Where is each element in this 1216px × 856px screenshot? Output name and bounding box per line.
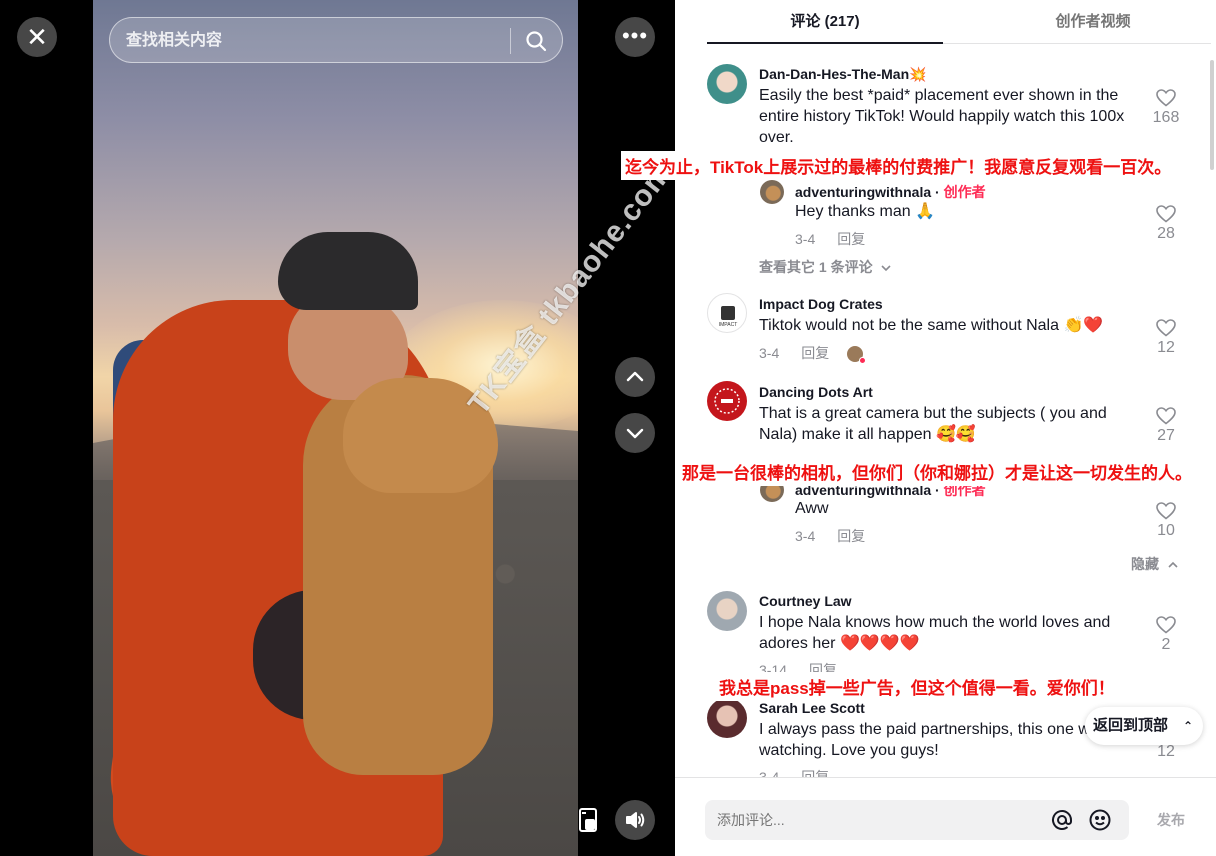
back-to-top-button[interactable]: 返回到顶部 ⌃ (1085, 707, 1203, 745)
reply-button[interactable]: 回复 (837, 231, 865, 247)
backwards-cap (278, 232, 418, 310)
heart-icon (1156, 319, 1176, 337)
chevron-up-icon (626, 371, 644, 382)
creator-badge: 创作者 (943, 184, 986, 200)
like-button[interactable]: 10 (1151, 502, 1181, 540)
reply-text: Hey thanks man 🙏 (795, 203, 935, 220)
reply-button[interactable]: 回复 (801, 345, 829, 361)
post-button[interactable]: 发布 (1157, 810, 1185, 830)
reply-username[interactable]: adventuringwithnala · 创作者 (795, 182, 986, 202)
video-player[interactable] (93, 0, 578, 856)
comment-date: 3-4 (759, 345, 780, 361)
tab-creator-videos[interactable]: 创作者视频 (975, 0, 1211, 44)
comment-composer: 发布 (675, 777, 1216, 856)
search-icon[interactable] (524, 29, 548, 53)
like-button[interactable]: 168 (1151, 89, 1181, 127)
view-more-label: 查看其它 1 条评论 (759, 259, 873, 275)
creator-liked-dot (859, 357, 867, 365)
avatar[interactable] (707, 381, 747, 421)
mention-icon[interactable] (1050, 808, 1074, 832)
comment-text: Easily the best *paid* placement ever sh… (759, 87, 1125, 146)
picture-in-picture-icon[interactable] (570, 800, 606, 838)
chevron-down-icon (626, 428, 644, 439)
reply-meta: 3-4 回复 (795, 526, 865, 546)
like-button[interactable]: 28 (1151, 205, 1181, 243)
reply-text: Aww (795, 500, 829, 517)
reply-date: 3-4 (795, 231, 816, 247)
comment-text: I always pass the paid partnerships, thi… (759, 721, 1118, 759)
search-bar (109, 17, 563, 63)
search-input[interactable] (126, 30, 506, 52)
translation-overlay: 迄今为止，TikTok上展示过的最棒的付费推广！我愿意反复观看一百次。 (621, 151, 1176, 180)
reply-meta: 3-4 回复 (795, 229, 865, 249)
chevron-down-icon (881, 265, 892, 272)
view-more-replies[interactable]: 查看其它 1 条评论 (759, 257, 892, 277)
heart-icon (1156, 616, 1176, 634)
like-count: 12 (1157, 339, 1175, 356)
panel-tabs: 评论 (217) 创作者视频 (707, 0, 1211, 44)
like-button[interactable]: 27 (1151, 407, 1181, 445)
emoji-icon[interactable] (1088, 808, 1112, 832)
reply-username-text[interactable]: adventuringwithnala (795, 184, 931, 200)
like-count: 28 (1157, 225, 1175, 242)
dog-head (343, 378, 498, 493)
heart-icon (1156, 205, 1176, 223)
chevron-up-icon (1168, 562, 1178, 568)
comment-username[interactable]: Dan-Dan-Hes-The-Man💥 (759, 66, 927, 83)
heart-icon (1156, 89, 1176, 107)
speaker-icon (626, 812, 645, 828)
heart-icon (1156, 407, 1176, 425)
translation-overlay: 我总是pass掉一些广告，但这个值得一看。爱你们！ (715, 672, 1119, 701)
video-pane: ✕ ••• TK宝盒 tkbaohe.com (0, 0, 675, 856)
comment-text: I hope Nala knows how much the world lov… (759, 614, 1111, 652)
like-count: 12 (1157, 743, 1175, 760)
comment-username[interactable]: Courtney Law (759, 593, 852, 609)
heart-icon (1156, 502, 1176, 520)
comment-username[interactable]: Sarah Lee Scott (759, 700, 865, 716)
more-options-button[interactable]: ••• (615, 17, 655, 57)
like-count: 10 (1157, 522, 1175, 539)
comment-meta: 3-4 回复 (759, 343, 867, 365)
svg-text:IMPACT: IMPACT (719, 322, 738, 328)
close-button[interactable]: ✕ (17, 17, 57, 57)
avatar[interactable] (760, 180, 784, 204)
like-count: 168 (1152, 109, 1180, 126)
like-button[interactable]: 2 (1151, 616, 1181, 654)
tab-comments[interactable]: 评论 (217) (707, 0, 943, 44)
scrollbar[interactable] (1210, 60, 1214, 170)
reply-button[interactable]: 回复 (837, 528, 865, 544)
dog-logo-icon: IMPACT (719, 306, 738, 328)
next-video-button[interactable] (615, 413, 655, 453)
volume-button[interactable] (615, 800, 655, 840)
back-to-top-label: 返回到顶部 (1093, 717, 1169, 734)
comment-text: Tiktok would not be the same without Nal… (759, 317, 1104, 334)
comment-username[interactable]: Dancing Dots Art (759, 384, 873, 400)
hide-label: 隐藏 (1131, 556, 1159, 572)
hide-replies-button[interactable]: 隐藏 (1131, 554, 1179, 574)
like-count: 27 (1157, 427, 1175, 444)
like-button[interactable]: 12 (1151, 319, 1181, 357)
search-divider (510, 28, 511, 54)
previous-video-button[interactable] (615, 357, 655, 397)
avatar[interactable] (707, 698, 747, 738)
avatar[interactable]: IMPACT (707, 293, 747, 333)
comment-username[interactable]: Impact Dog Crates (759, 296, 883, 312)
avatar[interactable] (707, 64, 747, 104)
like-count: 2 (1161, 636, 1171, 653)
avatar[interactable] (707, 591, 747, 631)
comment-text: That is a great camera but the subjects … (759, 405, 1107, 443)
dots-logo-icon (714, 388, 740, 414)
creator-liked-avatar (847, 346, 867, 365)
double-chevron-up-icon: ⌃ (1182, 719, 1193, 733)
reply-date: 3-4 (795, 528, 816, 544)
translation-overlay: 那是一台很棒的相机，但你们（你和娜拉）才是让这一切发生的人。 (678, 457, 1196, 486)
